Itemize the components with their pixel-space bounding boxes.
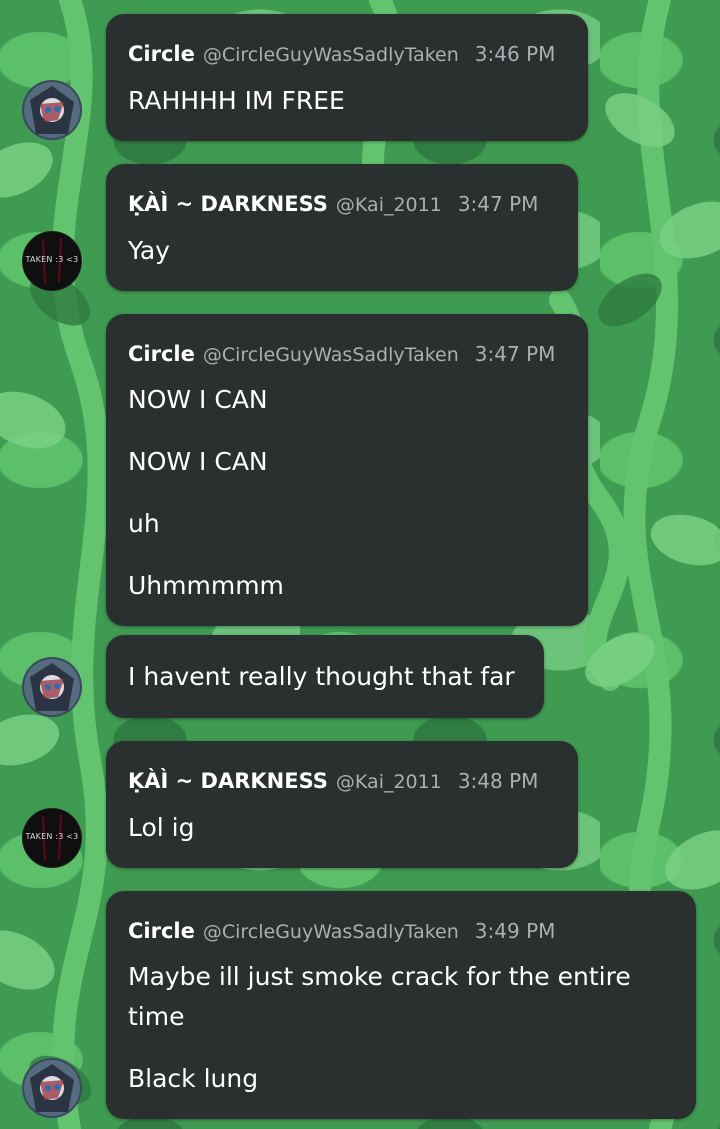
- message-time: 3:48 PM: [457, 769, 539, 793]
- message-bubble[interactable]: ḲÀÌ ~ DARKNESS @Kai_2011 3:48 PM Lol ig: [106, 741, 578, 868]
- author-handle[interactable]: @Kai_2011: [336, 771, 442, 793]
- avatar-kai[interactable]: TAKEN :3 <3: [22, 231, 82, 291]
- avatar-circle[interactable]: [22, 80, 82, 140]
- message-bubble[interactable]: ḲÀÌ ~ DARKNESS @Kai_2011 3:47 PM Yay: [106, 164, 578, 291]
- message-text: NOW I CAN: [128, 447, 268, 476]
- author-name[interactable]: Circle: [128, 42, 195, 66]
- message-text: NOW I CAN: [128, 385, 268, 414]
- message-time: 3:46 PM: [474, 42, 556, 66]
- message-text: Uhmmmmm: [128, 571, 284, 600]
- message-text: time: [128, 1002, 185, 1031]
- message-text: Yay: [128, 236, 170, 265]
- author-name[interactable]: Circle: [128, 919, 195, 943]
- message-header: Circle @CircleGuyWasSadlyTaken 3:47 PM: [128, 342, 566, 366]
- author-name[interactable]: ḲÀÌ ~ DARKNESS: [128, 769, 328, 793]
- author-handle[interactable]: @CircleGuyWasSadlyTaken: [203, 344, 459, 366]
- author-handle[interactable]: @CircleGuyWasSadlyTaken: [203, 44, 459, 66]
- message-time: 3:49 PM: [474, 919, 556, 943]
- author-name[interactable]: ḲÀÌ ~ DARKNESS: [128, 192, 328, 216]
- anime-character-avatar-icon: [22, 1058, 82, 1118]
- author-handle[interactable]: @Kai_2011: [336, 194, 442, 216]
- message-text: Maybe ill just smoke crack for the entir…: [128, 962, 631, 991]
- author-handle[interactable]: @CircleGuyWasSadlyTaken: [203, 921, 459, 943]
- message-header: Circle @CircleGuyWasSadlyTaken 3:49 PM: [128, 919, 674, 943]
- author-name[interactable]: Circle: [128, 342, 195, 366]
- chat-thread: Circle @CircleGuyWasSadlyTaken 3:46 PM R…: [0, 0, 720, 1129]
- anime-character-avatar-icon: [22, 80, 82, 140]
- message-text: Lol ig: [128, 813, 195, 842]
- message-bubble[interactable]: I havent really thought that far: [106, 635, 544, 718]
- message-time: 3:47 PM: [474, 342, 556, 366]
- message-header: ḲÀÌ ~ DARKNESS @Kai_2011 3:47 PM: [128, 192, 556, 216]
- message-bubble[interactable]: Circle @CircleGuyWasSadlyTaken 3:49 PM M…: [106, 891, 696, 1119]
- avatar-circle[interactable]: [22, 1058, 82, 1118]
- message-header: ḲÀÌ ~ DARKNESS @Kai_2011 3:48 PM: [128, 769, 556, 793]
- message-time: 3:47 PM: [457, 192, 539, 216]
- message-text: Black lung: [128, 1064, 259, 1093]
- avatar-label: TAKEN :3 <3: [25, 832, 79, 841]
- avatar-label: TAKEN :3 <3: [25, 255, 79, 264]
- message-header: Circle @CircleGuyWasSadlyTaken 3:46 PM: [128, 42, 566, 66]
- message-text: RAHHHH IM FREE: [128, 86, 345, 115]
- anime-character-avatar-icon: [22, 657, 82, 717]
- message-bubble[interactable]: Circle @CircleGuyWasSadlyTaken 3:47 PM N…: [106, 314, 588, 626]
- message-text: I havent really thought that far: [128, 662, 515, 691]
- message-bubble[interactable]: Circle @CircleGuyWasSadlyTaken 3:46 PM R…: [106, 14, 588, 141]
- avatar-kai[interactable]: TAKEN :3 <3: [22, 808, 82, 868]
- message-text: uh: [128, 509, 160, 538]
- avatar-circle[interactable]: [22, 657, 82, 717]
